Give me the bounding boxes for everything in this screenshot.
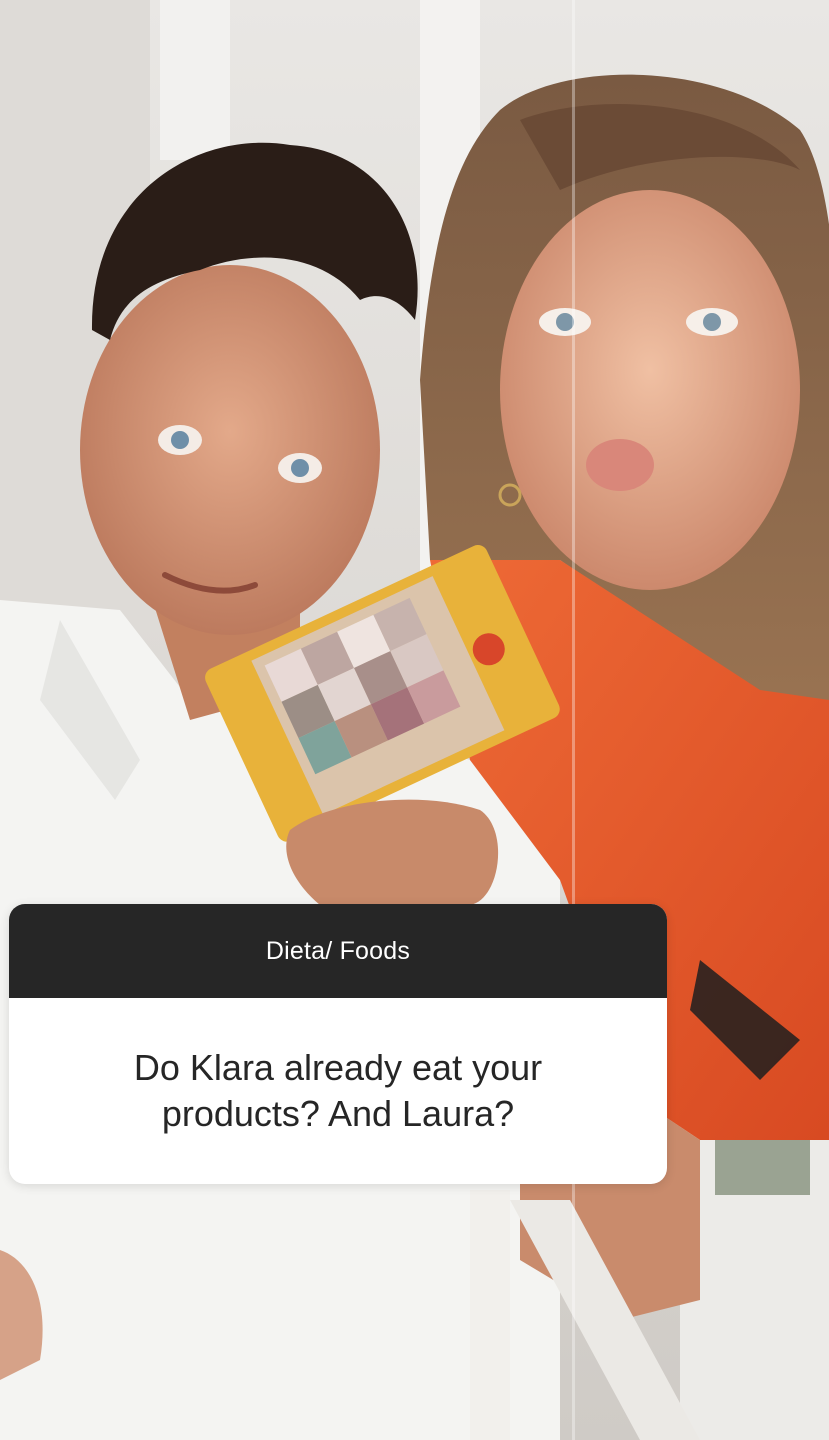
- question-text-line-1: Do Klara already eat your: [133, 1047, 543, 1088]
- question-text-line-2: products? And Laura?: [161, 1093, 515, 1134]
- question-sticker[interactable]: Dieta/ Foods Do Klara already eat your p…: [9, 904, 667, 1184]
- story-photo: [0, 0, 829, 1440]
- question-sticker-body: Do Klara already eat your products? And …: [9, 998, 667, 1184]
- story-viewer[interactable]: Dieta/ Foods Do Klara already eat your p…: [0, 0, 829, 1440]
- question-sticker-header: Dieta/ Foods: [9, 904, 667, 998]
